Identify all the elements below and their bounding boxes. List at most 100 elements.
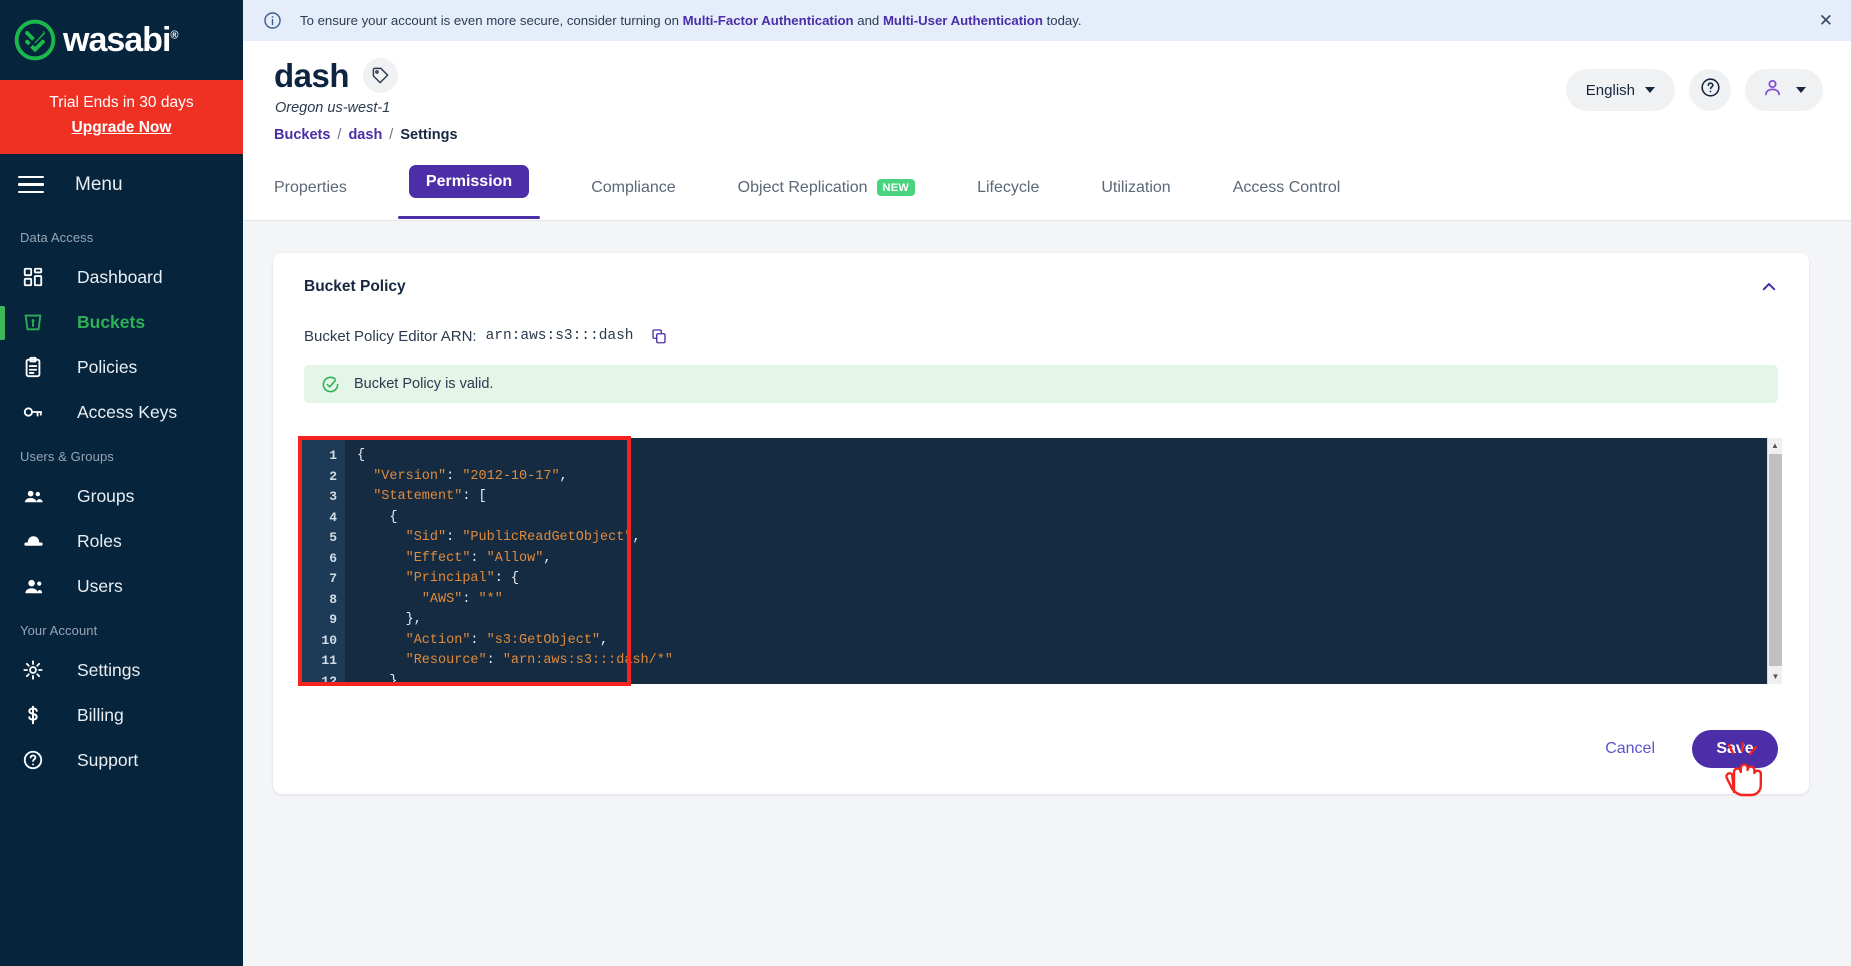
- code-line: "Action": "s3:GetObject",: [405, 632, 609, 648]
- line-number: 1: [329, 448, 337, 463]
- save-button[interactable]: Save: [1692, 730, 1778, 768]
- tab-bar: Properties Permission Compliance Object …: [243, 155, 1851, 221]
- sidebar-item-label: Access Keys: [77, 401, 178, 422]
- code-line: "Resource": "arn:aws:s3:::dash/*": [405, 653, 673, 668]
- user-menu[interactable]: [1745, 69, 1823, 111]
- hamburger-icon: [18, 175, 44, 194]
- card-header: Bucket Policy: [273, 253, 1809, 296]
- new-badge: NEW: [876, 179, 916, 196]
- dashboard-icon: [20, 264, 46, 290]
- user-icon: [1762, 77, 1783, 103]
- sidebar-item-support[interactable]: Support: [0, 738, 243, 783]
- arn-label: Bucket Policy Editor ARN:: [304, 327, 477, 345]
- tab-lifecycle[interactable]: Lifecycle: [977, 155, 1039, 221]
- sidebar-item-label: Buckets: [77, 311, 146, 332]
- tab-label: Lifecycle: [977, 178, 1040, 196]
- code-line: "Version": "2012-10-17",: [373, 468, 568, 484]
- menu-toggle[interactable]: Menu: [0, 154, 243, 216]
- tab-utilization[interactable]: Utilization: [1101, 155, 1170, 221]
- sidebar-item-users[interactable]: Users: [0, 564, 243, 609]
- header-actions: English: [1565, 69, 1823, 111]
- sidebar-item-label: Dashboard: [77, 266, 163, 287]
- line-number: 11: [321, 653, 337, 668]
- editor-scrollbar[interactable]: ▲ ▼: [1767, 438, 1782, 684]
- nav-section-your-account: Your Account: [20, 622, 98, 638]
- tab-permission[interactable]: Permission: [397, 165, 541, 219]
- help-button[interactable]: [1689, 69, 1731, 111]
- scroll-down-arrow[interactable]: ▼: [1768, 669, 1782, 684]
- upgrade-now-link[interactable]: Upgrade Now: [72, 117, 172, 139]
- line-number: 5: [329, 530, 337, 545]
- tab-label: Properties: [274, 178, 347, 196]
- code-line: }: [357, 673, 398, 685]
- cancel-button[interactable]: Cancel: [1595, 732, 1665, 766]
- breadcrumb-current: Settings: [400, 127, 458, 143]
- tab-properties[interactable]: Properties: [274, 155, 347, 221]
- breadcrumb: Buckets / dash / Settings: [243, 116, 1851, 143]
- card-title: Bucket Policy: [304, 278, 406, 295]
- chevron-up-icon[interactable]: [1760, 278, 1778, 296]
- language-label: English: [1585, 81, 1635, 99]
- breadcrumb-buckets[interactable]: Buckets: [274, 127, 330, 143]
- close-icon[interactable]: ✕: [1819, 11, 1833, 31]
- trial-text: Trial Ends in 30 days: [49, 94, 194, 111]
- line-number: 4: [329, 509, 337, 525]
- line-number: 2: [329, 468, 337, 484]
- tag-icon[interactable]: [363, 58, 399, 93]
- scroll-up-arrow[interactable]: ▲: [1768, 438, 1782, 453]
- validation-banner: Bucket Policy is valid.: [304, 365, 1778, 403]
- key-icon: [20, 399, 46, 425]
- nav-section-users-groups: Users & Groups: [20, 448, 114, 464]
- sidebar-item-access-keys[interactable]: Access Keys: [0, 390, 243, 435]
- tab-label: Compliance: [591, 178, 676, 196]
- bucket-policy-card: Bucket Policy Bucket Policy Editor ARN: …: [273, 253, 1809, 797]
- copy-icon[interactable]: [650, 327, 668, 345]
- sidebar-item-buckets[interactable]: Buckets: [0, 300, 243, 345]
- sidebar-item-label: Roles: [77, 530, 122, 551]
- tab-access-control[interactable]: Access Control: [1233, 155, 1341, 221]
- sidebar-item-label: Groups: [77, 485, 135, 506]
- bucket-icon: [20, 309, 46, 335]
- sidebar: wasabi® Trial Ends in 30 days Upgrade No…: [0, 0, 243, 966]
- line-number-gutter: 1234567891011121314: [300, 438, 345, 684]
- brand-logo[interactable]: wasabi®: [0, 0, 243, 80]
- hat-icon: [20, 528, 46, 554]
- alert-bold-mua: Multi-User Authentication: [882, 13, 1043, 28]
- sidebar-item-settings[interactable]: Settings: [0, 648, 243, 693]
- sidebar-item-groups[interactable]: Groups: [0, 474, 243, 519]
- sidebar-item-roles[interactable]: Roles: [0, 519, 243, 564]
- page-title: dash: [274, 57, 350, 94]
- line-number: 3: [329, 489, 337, 504]
- code-line: "Effect": "Allow",: [405, 550, 552, 566]
- code-line: "Principal": {: [405, 571, 520, 586]
- language-selector[interactable]: English: [1565, 69, 1675, 111]
- sidebar-item-dashboard[interactable]: Dashboard: [0, 255, 243, 300]
- nav-section-data-access: Data Access: [20, 229, 94, 245]
- alert-message: To ensure your account is even more secu…: [300, 13, 1082, 28]
- code-line: {: [357, 509, 398, 525]
- arn-value: arn:aws:s3:::dash: [485, 328, 634, 344]
- arn-row: Bucket Policy Editor ARN: arn:aws:s3:::d…: [273, 296, 1809, 345]
- scrollbar-thumb[interactable]: [1769, 454, 1782, 666]
- tab-compliance[interactable]: Compliance: [591, 155, 675, 221]
- alert-bold-mfa: Multi-Factor Authentication: [682, 13, 854, 28]
- sidebar-item-billing[interactable]: Billing: [0, 693, 243, 738]
- check-circle-icon: [321, 375, 340, 394]
- policy-editor[interactable]: 1234567891011121314 { "Version": "2012-1…: [300, 438, 1782, 684]
- code-content[interactable]: { "Version": "2012-10-17", "Statement": …: [345, 438, 1782, 684]
- tab-label: Object Replication: [737, 178, 868, 196]
- line-number: 8: [329, 591, 337, 607]
- card-footer: Cancel Save: [1595, 730, 1778, 768]
- code-line: {: [357, 448, 366, 463]
- code-line: "Sid": "PublicReadGetObject",: [405, 530, 641, 545]
- breadcrumb-bucket[interactable]: dash: [348, 127, 382, 143]
- page-header: dash Oregon us-west-1 Buckets / dash / Setti…: [243, 41, 1851, 155]
- sidebar-item-policies[interactable]: Policies: [0, 345, 243, 390]
- breadcrumb-separator: /: [337, 127, 342, 143]
- sidebar-item-label: Settings: [77, 659, 141, 680]
- question-circle-icon: [1700, 77, 1721, 103]
- code-line: },: [357, 612, 422, 627]
- trial-banner: Trial Ends in 30 days Upgrade Now: [0, 80, 243, 154]
- tab-object-replication[interactable]: Object Replication NEW: [737, 155, 916, 221]
- chevron-down-icon: [1645, 87, 1655, 93]
